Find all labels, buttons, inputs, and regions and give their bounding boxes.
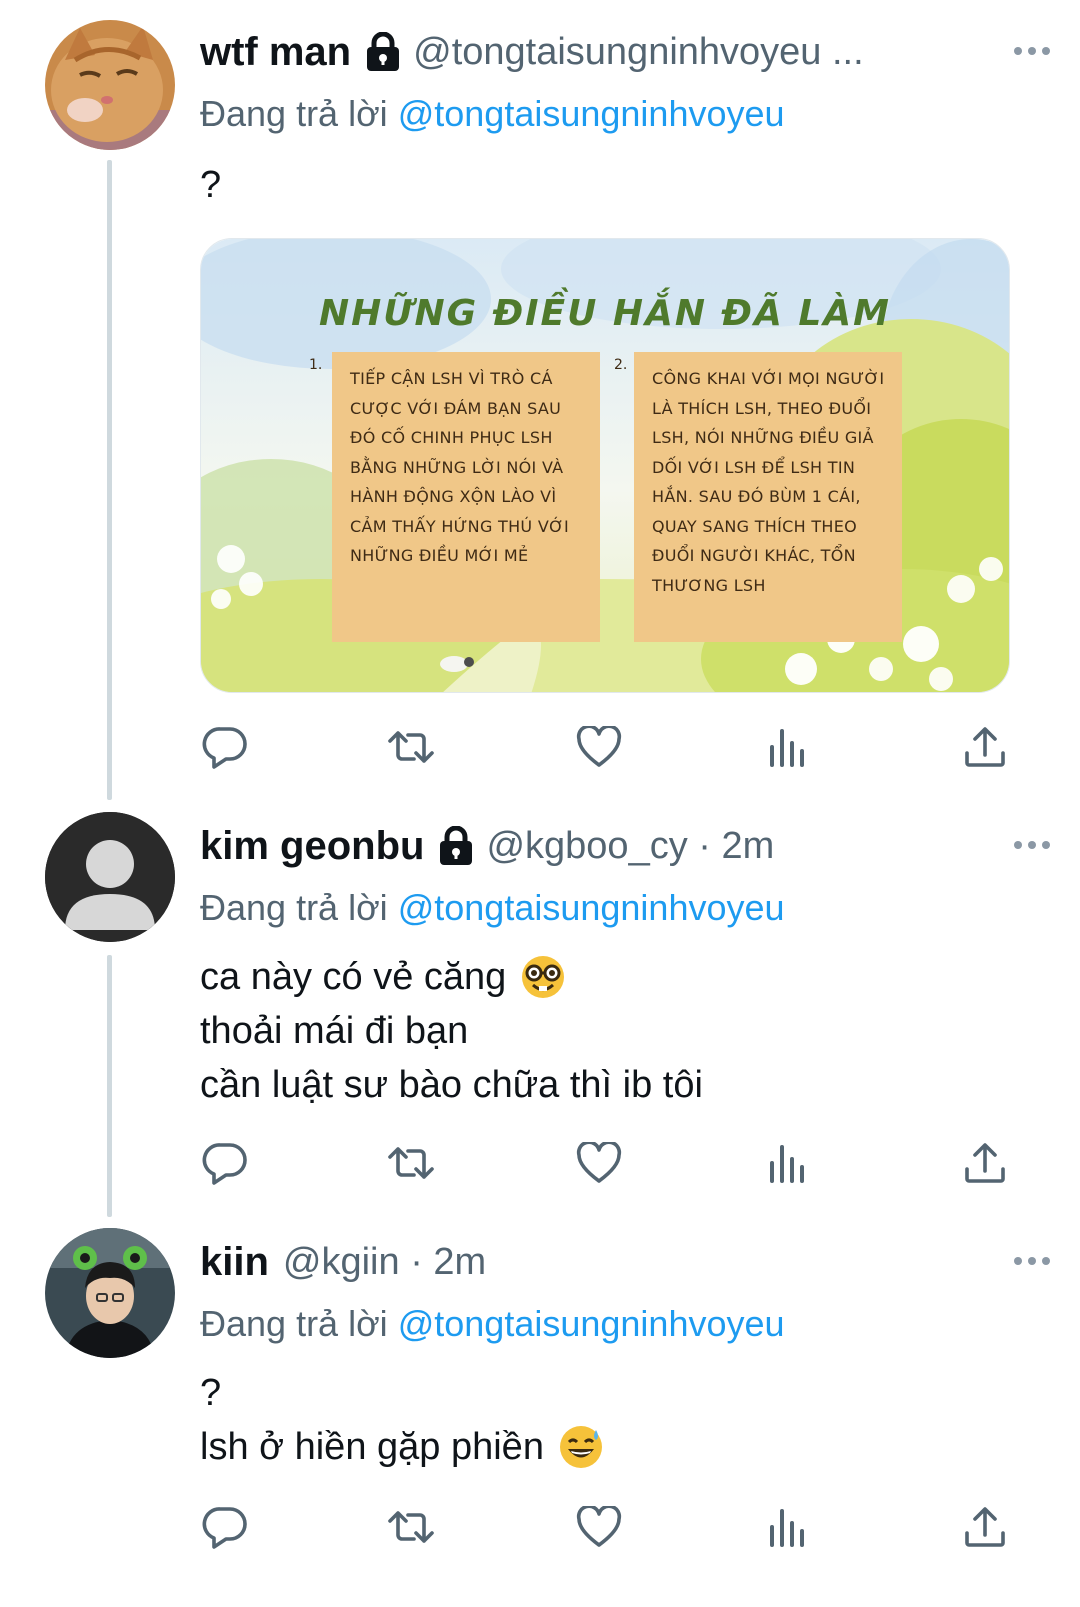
share-icon[interactable] [960,722,1010,772]
more-icon[interactable] [1014,1257,1050,1265]
tweet-text-line: ? [200,1372,222,1414]
tweet-text-segment: lsh ở hiền gặp phiền [200,1426,544,1468]
share-icon[interactable] [960,1138,1010,1188]
user-handle[interactable]: @kgboo_cy · 2m [486,825,774,868]
reply-icon[interactable] [200,1138,250,1188]
tweet-text-line: thoải mái đi bạn [200,1010,469,1052]
replying-to: Đang trả lời @tongtaisungninhvoyeu [200,887,785,929]
tweet[interactable]: kiin @kgiin · 2m Đang trả lời @tongtaisu… [0,1220,1080,1607]
tweet-header: kim geonbu @kgboo_cy · 2m [200,816,1040,876]
reply-icon[interactable] [200,1502,250,1552]
action-bar [200,1138,1010,1188]
grinning-sweat-emoji-icon [558,1424,604,1470]
retweet-icon[interactable] [386,722,436,772]
mention-link[interactable]: @tongtaisungninhvoyeu [398,887,785,928]
share-icon[interactable] [960,1502,1010,1552]
lock-icon [438,826,474,866]
replying-to-label: Đang trả lời [200,93,388,134]
avatar[interactable] [45,20,175,150]
display-name[interactable]: wtf man [200,30,351,75]
tweet-text-line: cần luật sư bào chữa thì ib tôi [200,1064,703,1106]
nerd-face-emoji-icon [520,954,566,1000]
tweet-text: ca này có vẻ căng thoải mái đi bạn cần l… [200,950,703,1112]
replying-to: Đang trả lời @tongtaisungninhvoyeu [200,1303,785,1345]
replying-to: Đang trả lời @tongtaisungninhvoyeu [200,93,785,135]
tweet-text: ? lsh ở hiền gặp phiền [200,1366,604,1474]
note-number: 2. [614,357,628,373]
tweet-header: kiin @kgiin · 2m [200,1232,1040,1292]
note-number: 1. [309,357,323,373]
replying-to-label: Đang trả lời [200,887,388,928]
views-icon[interactable] [762,1138,812,1188]
more-icon[interactable] [1014,841,1050,849]
note-card: CÔNG KHAI VỚI MỌI NGƯỜI LÀ THÍCH LSH, TH… [634,352,902,642]
tweet-text-line: lsh ở hiền gặp phiền [200,1420,604,1474]
display-name[interactable]: kim geonbu [200,824,424,869]
views-icon[interactable] [762,1502,812,1552]
note-card: TIẾP CẬN LSH VÌ TRÒ CÁ CƯỢC VỚI ĐÁM BẠN … [332,352,600,642]
action-bar [200,1502,1010,1552]
retweet-icon[interactable] [386,1138,436,1188]
retweet-icon[interactable] [386,1502,436,1552]
mention-link[interactable]: @tongtaisungninhvoyeu [398,93,785,134]
tweet[interactable]: wtf man @tongtaisungninhvoyeu ... Đang t… [0,0,1080,800]
lock-icon [365,32,401,72]
tweet-text-segment: ca này có vẻ căng [200,956,507,998]
views-icon[interactable] [762,722,812,772]
card-title: NHỮNG ĐIỀU HẮN ĐÃ LÀM [319,293,891,334]
tweet-header: wtf man @tongtaisungninhvoyeu ... [200,22,1040,82]
reply-icon[interactable] [200,722,250,772]
like-icon[interactable] [574,1502,624,1552]
avatar[interactable] [45,812,175,942]
tweet-image[interactable]: NHỮNG ĐIỀU HẮN ĐÃ LÀM 1. TIẾP CẬN LSH VÌ… [200,238,1010,693]
like-icon[interactable] [574,1138,624,1188]
tweet[interactable]: kim geonbu @kgboo_cy · 2m Đang trả lời @… [0,800,1080,1220]
more-icon[interactable] [1014,47,1050,55]
tweet-text: ? [200,158,221,212]
avatar[interactable] [45,1228,175,1358]
mention-link[interactable]: @tongtaisungninhvoyeu [398,1303,785,1344]
user-handle[interactable]: @tongtaisungninhvoyeu ... [413,31,864,74]
display-name[interactable]: kiin [200,1240,269,1285]
like-icon[interactable] [574,722,624,772]
user-handle[interactable]: @kgiin · 2m [283,1241,486,1284]
action-bar [200,722,1010,772]
tweet-text-line: ? [200,164,222,206]
tweet-text-line: ca này có vẻ căng [200,950,703,1004]
replying-to-label: Đang trả lời [200,1303,388,1344]
